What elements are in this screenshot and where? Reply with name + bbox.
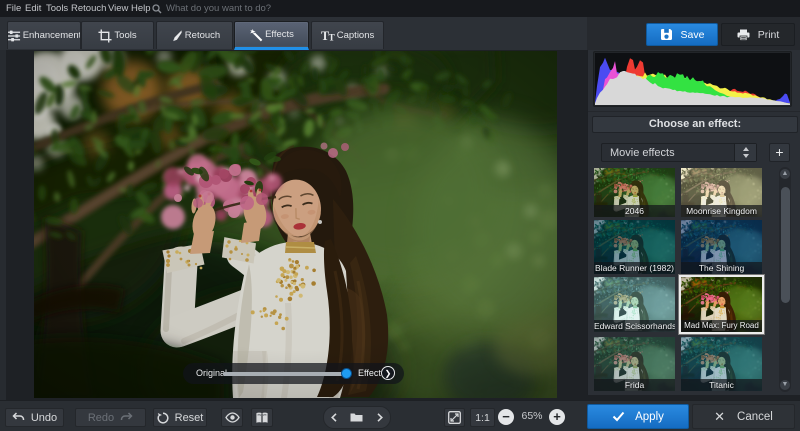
svg-text:T: T <box>328 33 335 42</box>
